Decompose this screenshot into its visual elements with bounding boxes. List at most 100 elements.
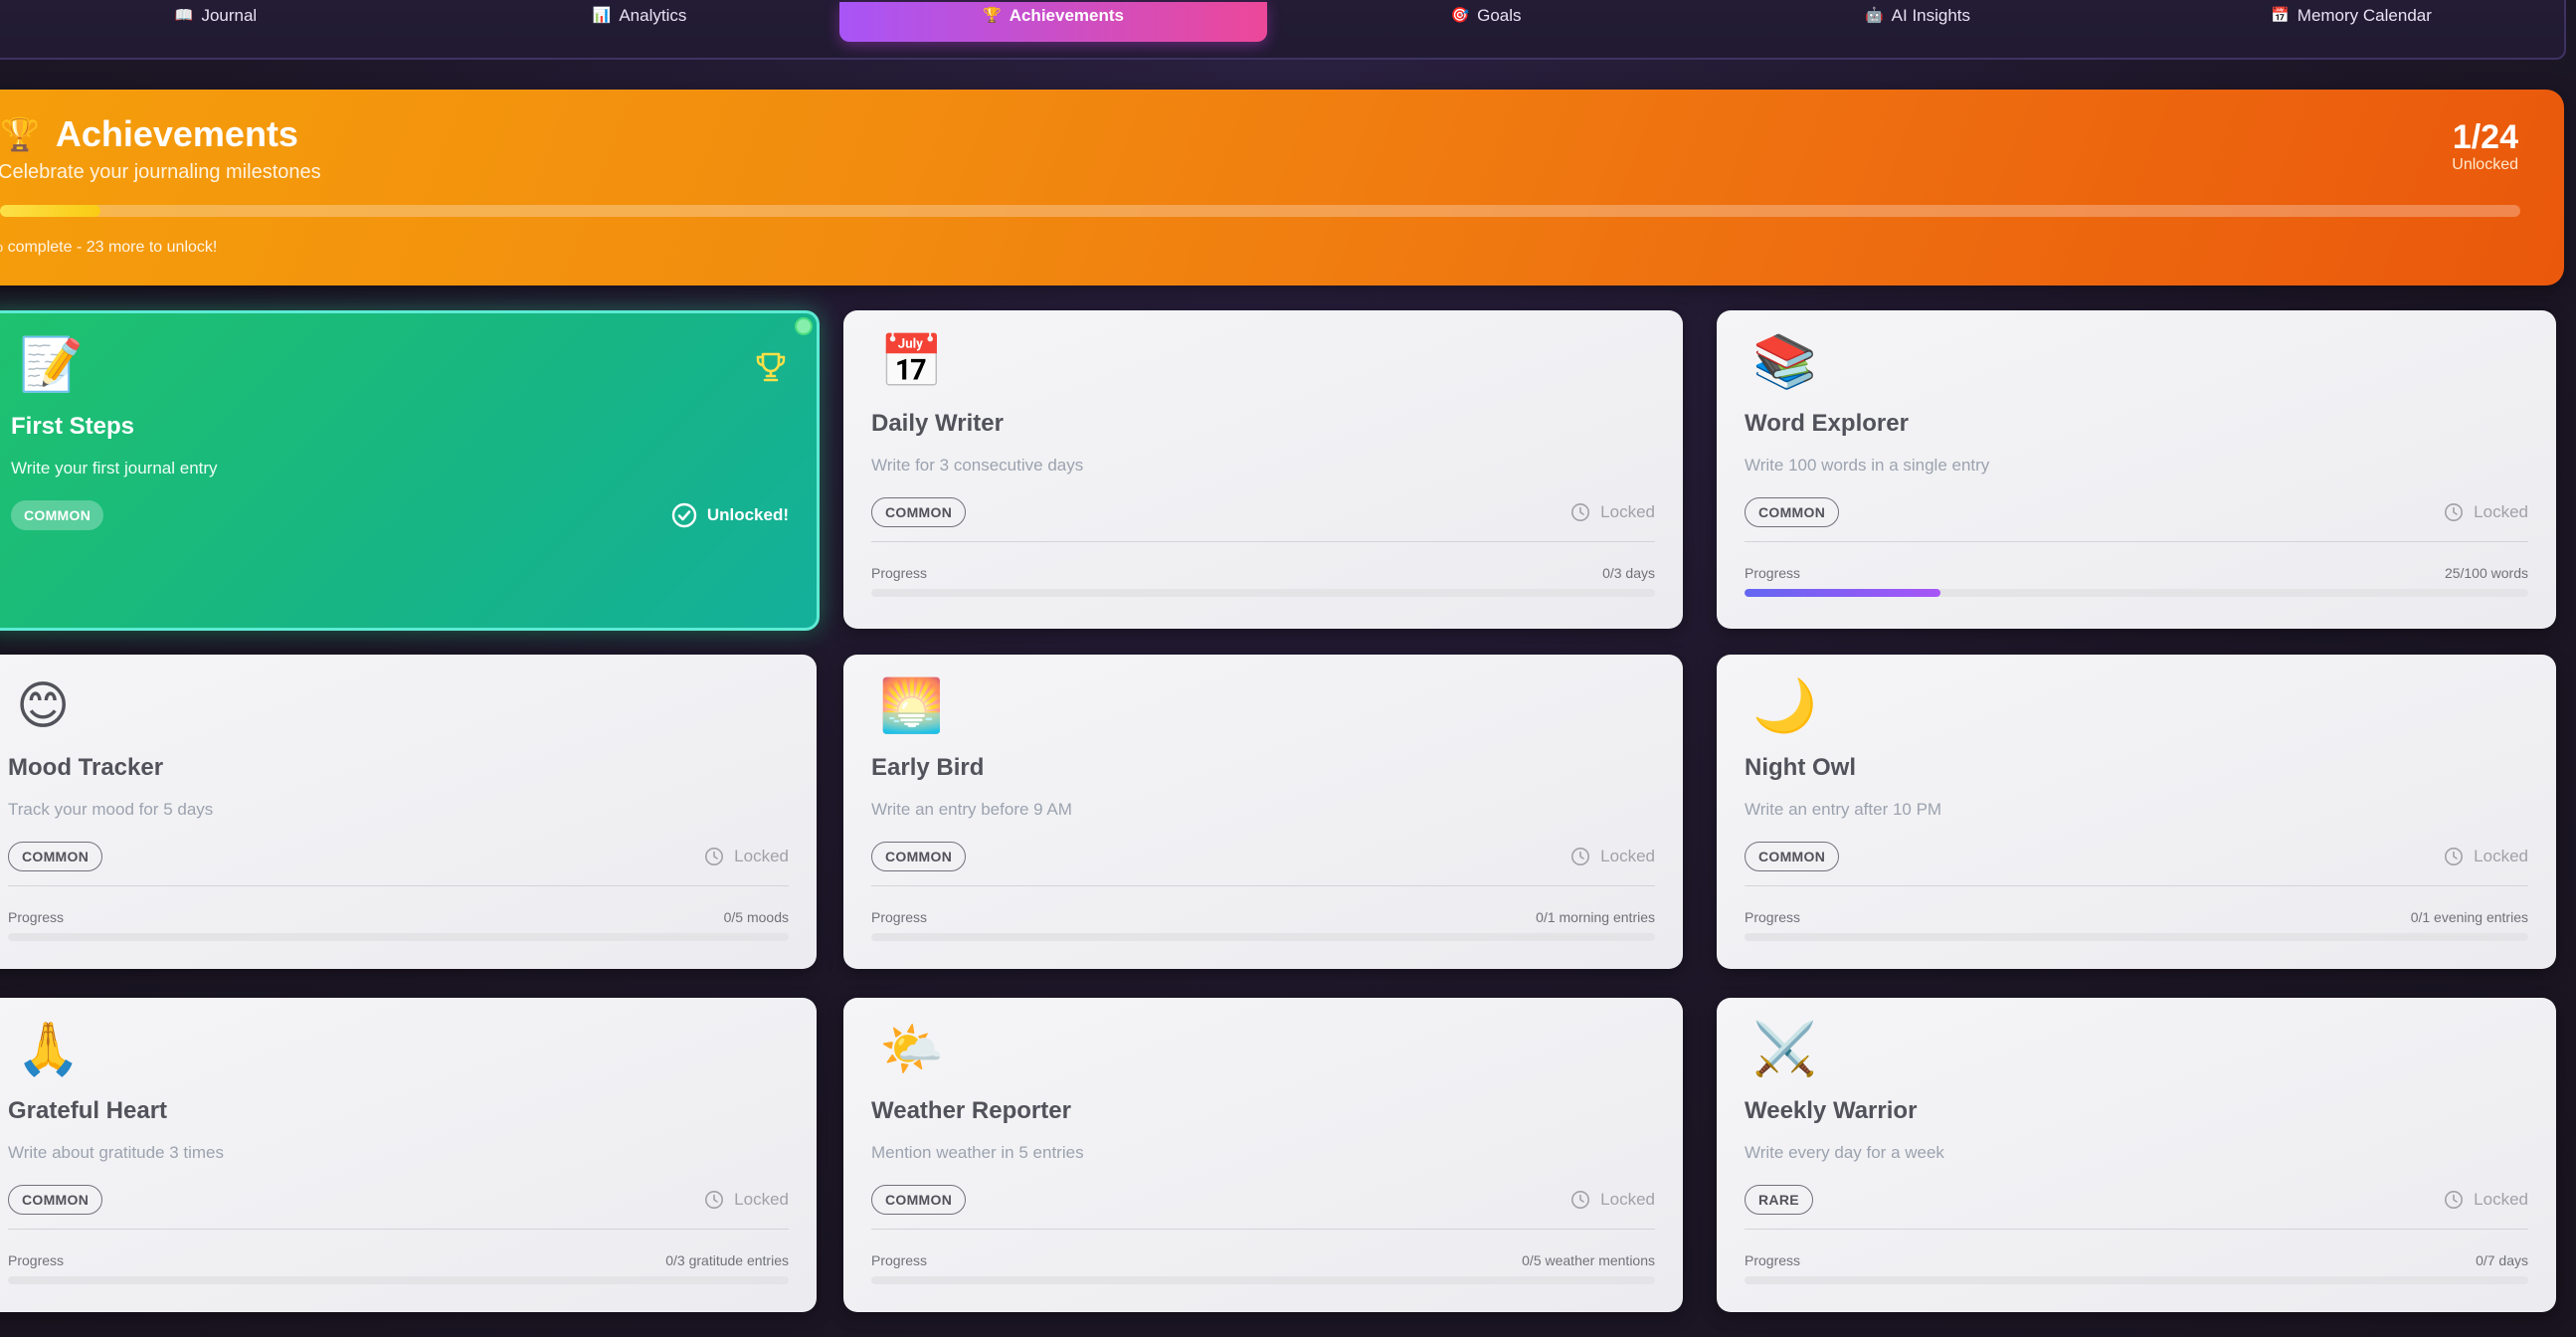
progress-label: Progress [8, 1252, 65, 1268]
clock-icon [2445, 503, 2464, 521]
tab-label: Journal [201, 6, 258, 25]
achievement-card-night-owl[interactable]: 🌙 Night Owl Write an entry after 10 PM COMM… [1717, 655, 2556, 969]
status-unlocked: Unlocked! [671, 502, 789, 528]
progress-label: Progress [871, 909, 928, 925]
progress-bar [1745, 933, 2528, 941]
tab-label: Analytics [619, 6, 687, 25]
divider [8, 885, 789, 886]
progress-bar [871, 589, 1655, 597]
tab-memory-calendar[interactable]: 📅 Memory Calendar [2137, 2, 2565, 42]
progress-bar-fill [1745, 589, 1940, 597]
achievement-description: Mention weather in 5 entries [871, 1143, 1084, 1162]
divider [1745, 1229, 2528, 1230]
status-locked: Locked [1570, 1187, 1655, 1213]
achievement-description: Write 100 words in a single entry [1745, 456, 1990, 475]
progress-label: Progress [1745, 1252, 1801, 1268]
tab-ai-insights[interactable]: 🤖 AI Insights [1704, 2, 2131, 42]
achievement-card-weekly-warrior[interactable]: ⚔️ Weekly Warrior Write every day for a we… [1717, 998, 2556, 1312]
progress-bar [1745, 589, 2528, 597]
progress-value: 25/100 words [2444, 565, 2528, 581]
rarity-badge: COMMON [1745, 842, 1840, 871]
status-locked: Locked [704, 1187, 789, 1213]
clock-icon [1571, 848, 1590, 865]
achievement-title: Grateful Heart [8, 1097, 168, 1124]
achievement-card-word-explorer[interactable]: 📚 Word Explorer Write 100 words in a singl… [1717, 310, 2556, 629]
achievement-description: Track your mood for 5 days [8, 800, 214, 819]
unlocked-count-label: Unlocked [2452, 156, 2518, 174]
achievement-icon: 🙏 [16, 1021, 81, 1078]
divider [871, 1229, 1655, 1230]
robot-icon: 🤖 [1864, 7, 1884, 24]
progress-label: Progress [8, 909, 65, 925]
rarity-badge: COMMON [8, 1185, 103, 1215]
status-locked: Locked [2444, 1187, 2528, 1213]
achievements-header: 🏆 Achievements Celebrate your journaling… [0, 90, 2564, 286]
clock-icon [705, 1191, 724, 1209]
status-locked: Locked [1570, 499, 1655, 525]
tab-label: Memory Calendar [2297, 6, 2432, 25]
tab-journal[interactable]: 📖 Journal [2, 2, 430, 42]
progress-label: Progress [871, 1252, 928, 1268]
status-text: Unlocked! [706, 505, 789, 524]
check-circle-icon [671, 502, 697, 528]
tab-goals[interactable]: 🎯 Goals [1272, 2, 1700, 42]
clock-icon [2445, 848, 2464, 865]
status-locked: Locked [704, 844, 789, 869]
tab-achievements[interactable]: 🏆 Achievements [839, 2, 1267, 42]
status-text: Locked [734, 1190, 789, 1209]
status-locked: Locked [1570, 844, 1655, 869]
target-icon: 🎯 [1450, 7, 1470, 24]
achievement-card-grateful-heart[interactable]: 🙏 Grateful Heart Write about gratitude 3 t… [0, 998, 817, 1312]
achievement-card-mood-tracker[interactable]: 😊 Mood Tracker Track your mood for 5 days C… [0, 655, 817, 969]
trophy-icon: 🏆 [0, 116, 40, 152]
achievement-icon: 📚 [1752, 333, 1817, 391]
status-text: Locked [734, 847, 789, 865]
tab-label: Achievements [1009, 6, 1124, 25]
achievement-description: Write about gratitude 3 times [8, 1143, 225, 1162]
unlocked-counter: 1/24 Unlocked [2452, 118, 2518, 174]
progress-bar [8, 933, 789, 941]
achievement-icon: 🌤️ [879, 1021, 944, 1078]
progress-label: Progress [1745, 565, 1801, 581]
divider [871, 541, 1655, 542]
achievement-title: Night Owl [1745, 754, 1856, 781]
achievement-description: Write your first journal entry [11, 459, 218, 478]
achievement-title: First Steps [11, 413, 135, 440]
rarity-badge: RARE [1745, 1185, 1813, 1215]
progress-bar [8, 1276, 789, 1284]
chart-icon: 📊 [592, 7, 612, 24]
status-text: Locked [2474, 502, 2528, 521]
progress-value: 0/3 days [1602, 565, 1655, 581]
progress-value: 0/5 moods [723, 909, 789, 925]
status-text: Locked [2474, 847, 2528, 865]
overall-progress-fill [0, 205, 101, 217]
achievement-icon: 📝 [19, 336, 84, 394]
achievement-description: Write for 3 consecutive days [871, 456, 1084, 475]
achievement-title: Mood Tracker [8, 754, 164, 781]
status-text: Locked [2474, 1190, 2528, 1209]
progress-bar [871, 933, 1655, 941]
achievement-card-early-bird[interactable]: 🌅 Early Bird Write an entry before 9 AM COM… [843, 655, 1683, 969]
tab-analytics[interactable]: 📊 Analytics [426, 2, 853, 42]
status-locked: Locked [2444, 844, 2528, 869]
rarity-badge: COMMON [871, 497, 967, 527]
progress-label: Progress [1745, 909, 1801, 925]
divider [1745, 885, 2528, 886]
achievement-card-first-steps[interactable]: 📝 First Steps Write your first journal ent… [0, 310, 820, 631]
achievement-card-weather-reporter[interactable]: 🌤️ Weather Reporter Mention weather in 5 e… [843, 998, 1683, 1312]
tab-label: Goals [1477, 6, 1522, 25]
achievement-title: Early Bird [871, 754, 985, 781]
achievement-card-daily-writer[interactable]: 📅 Daily Writer Write for 3 consecutive day… [843, 310, 1683, 629]
trophy-icon [756, 352, 786, 382]
rarity-badge: COMMON [1745, 497, 1840, 527]
divider [1745, 541, 2528, 542]
status-text: Locked [1600, 847, 1655, 865]
rarity-badge: COMMON [871, 1185, 967, 1215]
calendar-icon: 📅 [2271, 7, 2290, 24]
book-icon: 📖 [174, 7, 194, 24]
page-title-text: Achievements [55, 113, 298, 154]
trophy-icon: 🏆 [983, 7, 1002, 24]
achievement-title: Word Explorer [1745, 410, 1909, 437]
overall-progress-bar [0, 205, 2520, 217]
achievement-icon: 😊 [16, 677, 71, 735]
